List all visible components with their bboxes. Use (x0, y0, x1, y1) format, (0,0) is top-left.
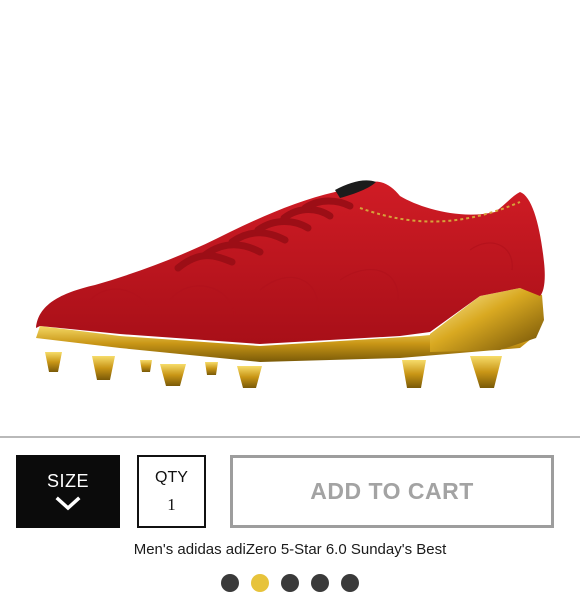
qty-value: 1 (167, 494, 176, 514)
add-to-cart-button[interactable]: ADD TO CART (230, 455, 554, 528)
divider (0, 436, 580, 438)
carousel-dot-active[interactable] (251, 574, 269, 592)
carousel-dot[interactable] (311, 574, 329, 592)
carousel-pagination (0, 574, 580, 592)
chevron-down-icon (55, 496, 81, 512)
product-image-area (0, 0, 580, 436)
carousel-dot[interactable] (221, 574, 239, 592)
carousel-dot[interactable] (281, 574, 299, 592)
carousel-dot[interactable] (341, 574, 359, 592)
size-label: SIZE (46, 471, 89, 491)
add-to-cart-label: ADD TO CART (310, 478, 474, 504)
qty-label: QTY (155, 468, 188, 486)
football-cleat-image (36, 180, 545, 388)
quantity-selector[interactable]: QTY 1 (137, 455, 206, 528)
product-name: Men's adidas adiZero 5-Star 6.0 Sunday's… (133, 541, 447, 558)
size-selector-button[interactable]: SIZE (16, 455, 120, 528)
